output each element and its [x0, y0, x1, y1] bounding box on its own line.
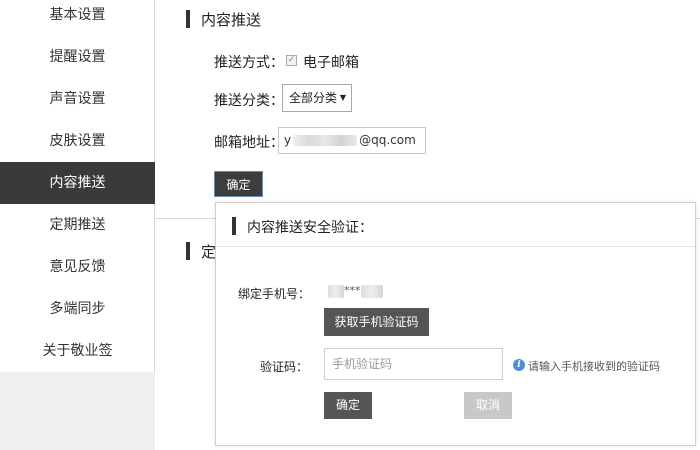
sidebar-item-skin[interactable]: 皮肤设置 — [0, 120, 155, 162]
push-category-select[interactable]: 全部分类 ▼ — [282, 84, 352, 112]
security-verification-dialog: 内容推送安全验证： 绑定手机号： *** 获取手机验证码 验证码： i 请输入手… — [215, 202, 696, 446]
content-push-title: 内容推送 — [186, 9, 261, 30]
sidebar-item-feedback[interactable]: 意见反馈 — [0, 246, 155, 288]
chevron-down-icon: ▼ — [339, 93, 346, 102]
sidebar-item-content-push[interactable]: 内容推送 — [0, 162, 155, 204]
email-address-label: 邮箱地址： — [214, 135, 284, 151]
email-checkbox[interactable]: ✓ — [286, 55, 297, 66]
dialog-confirm-button[interactable]: 确定 — [324, 392, 372, 419]
sidebar-item-reminder[interactable]: 提醒设置 — [0, 36, 155, 78]
scheduled-push-title: 定 — [186, 241, 216, 262]
get-sms-code-button[interactable]: 获取手机验证码 — [324, 308, 429, 336]
email-redacted-mask — [293, 135, 358, 146]
settings-sidebar: 基本设置 提醒设置 声音设置 皮肤设置 内容推送 定期推送 意见反馈 多端同步 … — [0, 0, 155, 450]
phone-redacted-mask-2 — [360, 284, 383, 298]
push-category-value: 全部分类 — [289, 91, 338, 105]
email-checkbox-label: 电子邮箱 — [303, 55, 359, 71]
email-suffix: @qq.com — [359, 133, 416, 147]
sidebar-item-basic[interactable]: 基本设置 — [0, 0, 155, 36]
email-prefix: y — [284, 133, 292, 147]
dialog-header: 内容推送安全验证： — [216, 203, 695, 247]
bound-phone-value: *** — [328, 284, 383, 298]
sidebar-item-sync[interactable]: 多端同步 — [0, 288, 155, 330]
dialog-cancel-button[interactable]: 取消 — [464, 392, 512, 419]
dialog-title: 内容推送安全验证： — [232, 217, 373, 237]
sidebar-item-sound[interactable]: 声音设置 — [0, 78, 155, 120]
sidebar-item-about[interactable]: 关于敬业签 — [0, 330, 155, 372]
email-input[interactable]: y @qq.com — [278, 127, 426, 154]
info-icon: i — [513, 359, 525, 371]
phone-masked-text: *** — [344, 284, 361, 297]
phone-redacted-mask — [328, 284, 344, 298]
bound-phone-label: 绑定手机号： — [238, 287, 311, 301]
verification-code-label: 验证码： — [260, 360, 309, 374]
verification-hint: 请输入手机接收到的验证码 — [528, 360, 660, 373]
sidebar-item-scheduled-push[interactable]: 定期推送 — [0, 204, 155, 246]
push-category-label: 推送分类： — [214, 93, 284, 109]
content-push-confirm-button[interactable]: 确定 — [214, 171, 263, 197]
settings-window: 基本设置 提醒设置 声音设置 皮肤设置 内容推送 定期推送 意见反馈 多端同步 … — [0, 0, 700, 450]
push-method-label: 推送方式： — [214, 55, 284, 71]
verification-code-input[interactable] — [324, 348, 503, 380]
sidebar-empty-area — [0, 372, 155, 450]
